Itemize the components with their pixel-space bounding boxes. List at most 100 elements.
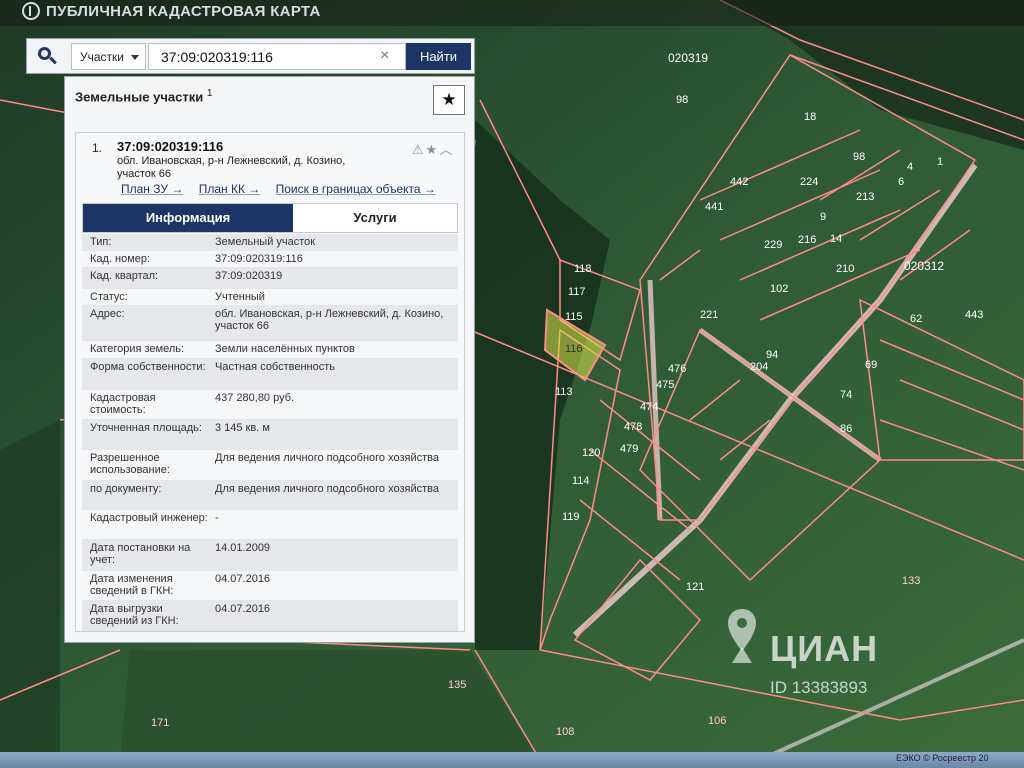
search-icon[interactable]	[29, 42, 65, 70]
info-table: Тип: Земельный участок Кад. номер: 37:09…	[82, 234, 458, 631]
parcel-label: 113	[555, 386, 573, 398]
parcel-label: 9	[820, 211, 826, 223]
panel-title-text: Земельные участки	[75, 89, 204, 105]
tab-info[interactable]: Информация	[83, 204, 293, 232]
info-value: Для ведения личного подсобного хозяйства	[215, 483, 439, 495]
forest-area	[0, 420, 60, 760]
favorites-star-icon[interactable]: ★	[433, 85, 465, 115]
parcel-label: 4	[907, 161, 913, 173]
warning-icon[interactable]: ⚠	[412, 142, 426, 157]
meadow-area	[120, 650, 540, 760]
parcel-label: 102	[770, 283, 788, 295]
parcel-label: 474	[640, 401, 658, 413]
tab-services[interactable]: Услуги	[293, 204, 457, 232]
info-value: Учтенный	[215, 291, 265, 303]
parcel-label: 121	[686, 581, 704, 593]
rosreestr-logo-icon	[22, 2, 40, 20]
info-value: Земельный участок	[215, 236, 316, 248]
parcel-label: 443	[965, 309, 983, 321]
search-in-bounds-link[interactable]: Поиск в границах объекта →	[276, 182, 436, 196]
chevron-down-icon	[131, 55, 139, 60]
info-label: Статус:	[90, 291, 128, 303]
parcel-label: 133	[902, 575, 920, 587]
info-label: Кад. номер:	[90, 253, 151, 265]
parcel-label: 442	[730, 176, 748, 188]
plan-zu-link[interactable]: План ЗУ →	[121, 182, 183, 196]
search-input[interactable]: 37:09:020319:116	[148, 43, 406, 70]
chevron-up-icon[interactable]: ︿	[439, 142, 454, 157]
info-label: Тип:	[90, 236, 112, 248]
info-row: Кад. номер: 37:09:020319:116	[82, 251, 458, 268]
info-value: обл. Ивановская, р-н Лежневский, д. Кози…	[215, 308, 444, 332]
info-value: 37:09:020319	[215, 270, 283, 282]
info-row: Адрес: обл. Ивановская, р-н Лежневский, …	[82, 306, 458, 341]
info-value: Земли населённых пунктов	[215, 343, 355, 355]
parcel-label: 479	[620, 443, 638, 455]
result-card: 1. 37:09:020319:116 обл. Ивановская, р-н…	[75, 132, 465, 632]
info-value: 04.07.2016	[215, 603, 271, 615]
parcel-label: 213	[856, 191, 874, 203]
parcel-label: 86	[840, 423, 852, 435]
info-label: Дата изменения сведений в ГКН:	[90, 573, 174, 597]
info-label: Форма собственности:	[90, 361, 206, 373]
cian-brand: ЦИАН	[770, 628, 879, 669]
plan-kk-link[interactable]: План КК →	[199, 182, 261, 196]
parcel-label: 1	[937, 156, 943, 168]
parcel-label: 135	[448, 679, 466, 691]
parcel-label: 14	[830, 233, 842, 245]
info-label: Кад. квартал:	[90, 270, 159, 282]
taskbar	[0, 752, 1024, 768]
parcel-label: 108	[556, 726, 574, 738]
result-address: обл. Ивановская, р-н Лежневский, д. Кози…	[117, 155, 346, 180]
info-label: Адрес:	[90, 308, 125, 320]
search-type-select[interactable]: Участки	[71, 43, 146, 70]
info-row: Уточненная площадь: 3 145 кв. м	[82, 420, 458, 450]
result-tabs: Информация Услуги	[82, 203, 458, 233]
parcel-label: 98	[853, 151, 865, 163]
info-label: Кадастровая стоимость:	[90, 392, 156, 416]
info-value: 14.01.2009	[215, 542, 271, 554]
star-icon[interactable]: ★	[426, 142, 440, 157]
info-label: Уточненная площадь:	[90, 422, 202, 434]
parcel-label: 120	[582, 447, 600, 459]
quarter-label: 020319	[668, 51, 708, 65]
parcel-label: 94	[766, 349, 778, 361]
parcel-label: 224	[800, 176, 818, 188]
parcel-label: 171	[151, 717, 169, 729]
info-row: Статус: Учтенный	[82, 289, 458, 306]
info-row: Разрешенное использование: Для ведения л…	[82, 450, 458, 481]
quarter-label: 020312	[904, 259, 944, 273]
app-header: ПУБЛИЧНАЯ КАДАСТРОВАЯ КАРТА	[0, 0, 1024, 26]
result-cad-number[interactable]: 37:09:020319:116	[117, 139, 223, 154]
parcel-label: 475	[656, 379, 674, 391]
map-copyright: ЕЭКО © Росреестр 20	[896, 753, 989, 763]
info-value: 04.07.2016	[215, 573, 271, 585]
parcel-label: 216	[798, 234, 816, 246]
info-value: 437 280,80 руб.	[215, 392, 295, 404]
info-label: Кадастровый инженер:	[90, 512, 208, 524]
result-actions: ⚠★︿	[412, 139, 454, 158]
parcel-label: 478	[624, 421, 642, 433]
parcel-label: 74	[840, 389, 852, 401]
info-value: -	[215, 512, 219, 524]
info-row: Категория земель: Земли населённых пункт…	[82, 341, 458, 359]
parcel-label: 114	[572, 475, 590, 487]
parcel-label: 98	[676, 94, 688, 106]
clear-icon[interactable]: ×	[380, 48, 389, 64]
parcel-label: 69	[865, 359, 877, 371]
info-value: 37:09:020319:116	[215, 253, 303, 265]
info-row: по документу: Для ведения личного подсоб…	[82, 481, 458, 510]
info-label: по документу:	[90, 483, 162, 495]
info-row: Кад. квартал: 37:09:020319	[82, 268, 458, 289]
app-title: ПУБЛИЧНАЯ КАДАСТРОВАЯ КАРТА	[46, 3, 321, 20]
info-row: Форма собственности: Частная собственнос…	[82, 359, 458, 390]
result-links: План ЗУ → План КК → Поиск в границах объ…	[121, 182, 448, 196]
parcel-label: 117	[568, 286, 586, 298]
panel-header: Земельные участки 1 ★	[65, 77, 474, 117]
info-row: Дата изменения сведений в ГКН: 04.07.201…	[82, 571, 458, 601]
search-bar: Участки 37:09:020319:116 × Найти	[26, 38, 475, 74]
parcel-label: 441	[705, 201, 723, 213]
result-count: 1	[206, 88, 213, 99]
find-button[interactable]: Найти	[406, 43, 471, 70]
parcel-label: 106	[708, 715, 726, 727]
